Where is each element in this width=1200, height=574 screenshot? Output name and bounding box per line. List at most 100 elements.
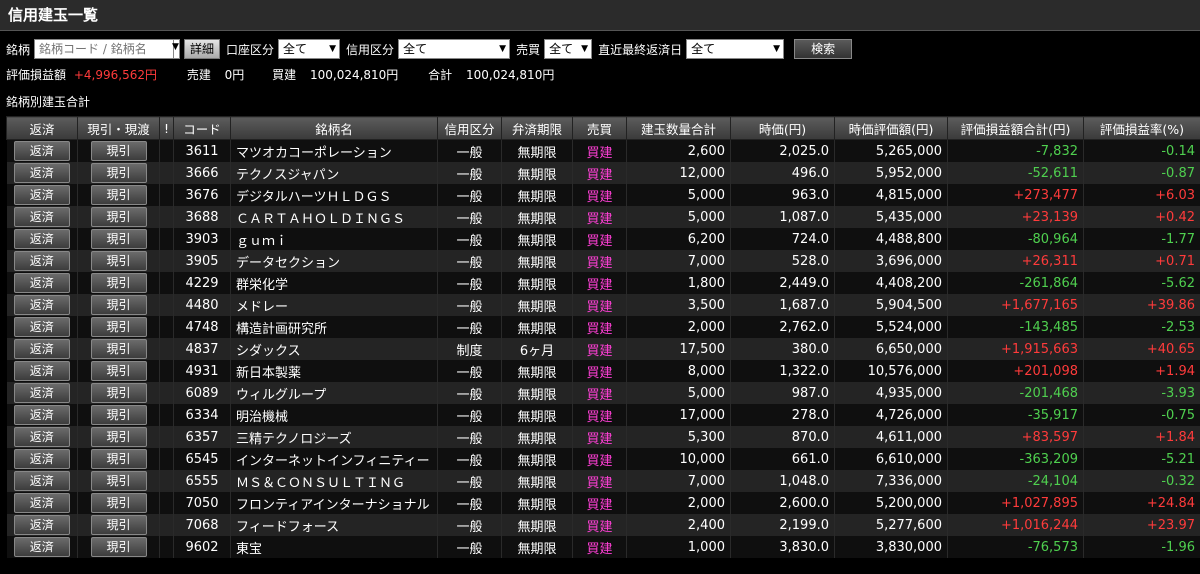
genbiki-button[interactable]: 現引 [90, 493, 147, 513]
due-select[interactable]: 全て ▼ [686, 39, 785, 59]
alert-cell [159, 316, 174, 338]
genbiki-button[interactable]: 現引 [90, 383, 147, 403]
name-cell[interactable]: ウィルグループ [230, 382, 438, 404]
name-cell[interactable]: シダックス [230, 338, 438, 360]
account-select[interactable]: 全て ▼ [278, 39, 341, 59]
genbiki-button[interactable]: 現引 [90, 427, 147, 447]
meigara-label: 銘柄 [6, 42, 31, 57]
repay-button[interactable]: 返済 [13, 339, 70, 359]
header-cell[interactable]: ! [159, 116, 174, 140]
name-cell[interactable]: フィードフォース [230, 514, 438, 536]
genbiki-button[interactable]: 現引 [90, 339, 147, 359]
genbiki-button[interactable]: 現引 [90, 405, 147, 425]
header-cell[interactable]: 現引・現渡 [77, 116, 160, 140]
repay-button[interactable]: 返済 [13, 207, 70, 227]
repay-button[interactable]: 返済 [13, 515, 70, 535]
pl-cell: +1,915,663 [947, 338, 1084, 360]
chevron-down-icon: ▼ [499, 44, 507, 54]
repay-button[interactable]: 返済 [13, 251, 70, 271]
detail-button[interactable]: 詳細 [184, 39, 221, 59]
repay-button[interactable]: 返済 [13, 449, 70, 469]
name-cell[interactable]: テクノスジャパン [230, 162, 438, 184]
name-cell[interactable]: 三精テクノロジーズ [230, 426, 438, 448]
genbiki-button[interactable]: 現引 [90, 273, 147, 293]
total-label: 合計 [428, 68, 453, 82]
header-cell[interactable]: 売買 [572, 116, 627, 140]
search-input[interactable] [34, 39, 175, 59]
genbiki-button[interactable]: 現引 [90, 295, 147, 315]
header-cell[interactable]: 信用区分 [437, 116, 502, 140]
header-cell[interactable]: 時価評価額(円) [834, 116, 948, 140]
side-cell: 買建 [572, 184, 627, 206]
name-cell[interactable]: ＭＳ＆ＣＯＮＳＵＬＴＩＮＧ [230, 470, 438, 492]
search-dropdown-button[interactable]: ▼ [172, 39, 181, 59]
name-cell[interactable]: 新日本製薬 [230, 360, 438, 382]
genbiki-button[interactable]: 現引 [90, 207, 147, 227]
genbiki-button[interactable]: 現引 [90, 537, 147, 557]
name-cell[interactable]: デジタルハーツＨＬＤＧＳ [230, 184, 438, 206]
repay-button[interactable]: 返済 [13, 163, 70, 183]
repay-cell: 返済 [6, 139, 78, 162]
name-cell[interactable]: 構造計画研究所 [230, 316, 438, 338]
genbiki-cell: 現引 [77, 184, 160, 206]
name-cell[interactable]: ＣＡＲＴＡＨＯＬＤＩＮＧＳ [230, 206, 438, 228]
price-cell: 1,087.0 [730, 206, 835, 228]
name-cell[interactable]: マツオカコーポレーション [230, 139, 438, 162]
repay-button[interactable]: 返済 [13, 383, 70, 403]
genbiki-button[interactable]: 現引 [90, 251, 147, 271]
repay-button[interactable]: 返済 [13, 317, 70, 337]
header-cell[interactable]: 銘柄名 [230, 116, 438, 140]
repay-button[interactable]: 返済 [13, 493, 70, 513]
name-cell[interactable]: ｇｕｍｉ [230, 228, 438, 250]
repay-button[interactable]: 返済 [13, 537, 70, 557]
credit-cell: 一般 [437, 360, 502, 382]
header-cell[interactable]: 建玉数量合計 [626, 116, 731, 140]
name-cell[interactable]: フロンティアインターナショナル [230, 492, 438, 514]
repay-button[interactable]: 返済 [13, 141, 70, 161]
search-button[interactable]: 検索 [794, 39, 853, 59]
genbiki-cell: 現引 [77, 492, 160, 514]
header-cell[interactable]: 評価損益額合計(円) [947, 116, 1084, 140]
term-cell: 無期限 [501, 360, 573, 382]
repay-button[interactable]: 返済 [13, 295, 70, 315]
credit-cell: 一般 [437, 514, 502, 536]
pl-label: 評価損益額 [6, 68, 67, 82]
credit-select[interactable]: 全て ▼ [398, 39, 511, 59]
name-cell[interactable]: 群栄化学 [230, 272, 438, 294]
repay-button[interactable]: 返済 [13, 185, 70, 205]
pl-cell: -201,468 [947, 382, 1084, 404]
genbiki-button[interactable]: 現引 [90, 185, 147, 205]
repay-button[interactable]: 返済 [13, 405, 70, 425]
genbiki-button[interactable]: 現引 [90, 449, 147, 469]
genbiki-button[interactable]: 現引 [90, 471, 147, 491]
repay-button[interactable]: 返済 [13, 361, 70, 381]
genbiki-button[interactable]: 現引 [90, 515, 147, 535]
code-cell: 3666 [173, 162, 231, 184]
due-label: 直近最終返済日 [598, 42, 683, 57]
header-cell[interactable]: 弁済期限 [501, 116, 573, 140]
header-cell[interactable]: 返済 [6, 116, 78, 140]
name-cell[interactable]: データセクション [230, 250, 438, 272]
repay-button[interactable]: 返済 [13, 273, 70, 293]
name-cell[interactable]: メドレー [230, 294, 438, 316]
repay-button[interactable]: 返済 [13, 427, 70, 447]
genbiki-button[interactable]: 現引 [90, 317, 147, 337]
trade-select[interactable]: 全て ▼ [544, 39, 593, 59]
header-cell[interactable]: コード [173, 116, 231, 140]
name-cell[interactable]: インターネットインフィニティー [230, 448, 438, 470]
header-cell[interactable]: 評価損益率(%) [1083, 116, 1200, 140]
header-cell[interactable]: 時価(円) [730, 116, 835, 140]
name-cell[interactable]: 東宝 [230, 536, 438, 558]
genbiki-button[interactable]: 現引 [90, 163, 147, 183]
value-cell: 3,830,000 [834, 536, 948, 558]
genbiki-button[interactable]: 現引 [90, 361, 147, 381]
repay-button[interactable]: 返済 [13, 229, 70, 249]
genbiki-button[interactable]: 現引 [90, 229, 147, 249]
repay-button[interactable]: 返済 [13, 471, 70, 491]
genbiki-button[interactable]: 現引 [90, 141, 147, 161]
term-cell: 6ヶ月 [501, 338, 573, 360]
code-cell: 3676 [173, 184, 231, 206]
repay-cell: 返済 [6, 316, 78, 338]
qty-cell: 17,000 [626, 404, 731, 426]
name-cell[interactable]: 明治機械 [230, 404, 438, 426]
